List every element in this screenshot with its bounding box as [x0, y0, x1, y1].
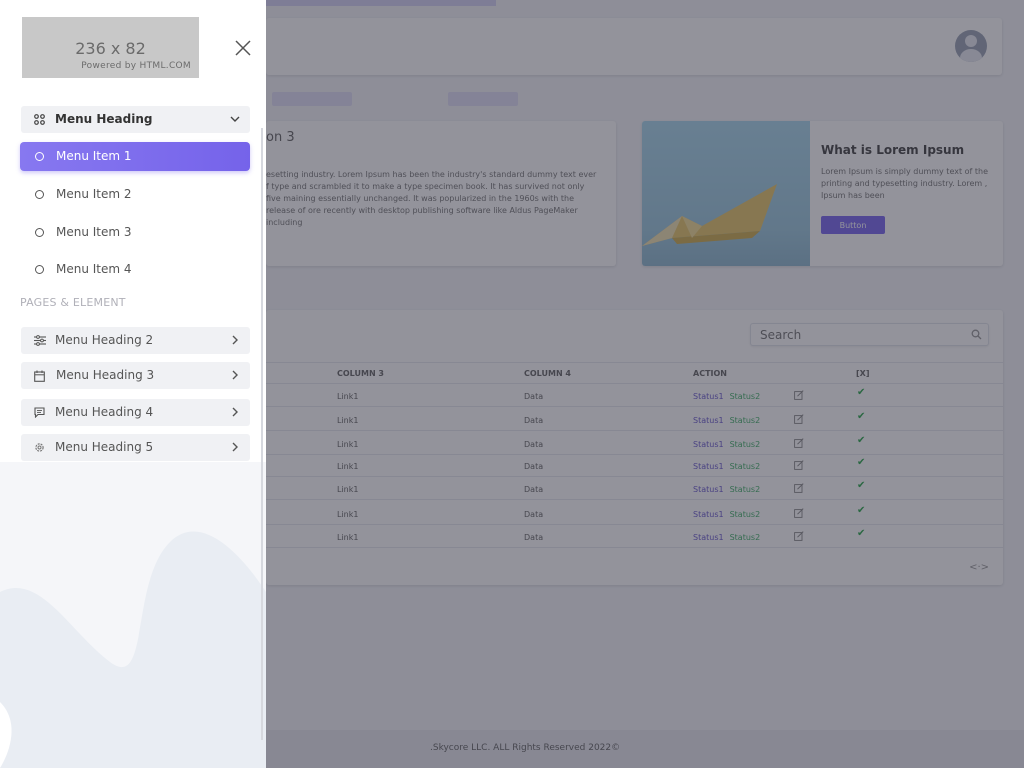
chevron-right-icon: [232, 442, 238, 452]
sliders-icon: [34, 335, 46, 346]
sidebar-drawer: 236 x 82 Powered by HTML.COM Menu Headin…: [0, 0, 266, 768]
menu-heading-4[interactable]: Menu Heading 4: [21, 399, 250, 426]
chevron-down-icon: [230, 116, 240, 122]
menu-heading-label: Menu Heading 3: [56, 368, 155, 382]
circle-icon: [35, 265, 44, 274]
menu-item-4[interactable]: Menu Item 4: [20, 255, 250, 284]
section-label: PAGES & ELEMENT: [20, 296, 126, 309]
circle-icon: [35, 228, 44, 237]
menu-item-label: Menu Item 4: [56, 262, 132, 276]
circle-icon: [35, 152, 44, 161]
calendar-icon: [34, 370, 45, 382]
menu-heading-2[interactable]: Menu Heading 2: [21, 327, 250, 354]
logo-powered-text: Powered by HTML.COM: [81, 61, 191, 71]
menu-heading-3[interactable]: Menu Heading 3: [21, 362, 250, 389]
menu-item-1[interactable]: Menu Item 1: [20, 142, 250, 171]
menu-heading-label: Menu Heading: [55, 112, 153, 126]
menu-heading-5[interactable]: Menu Heading 5: [21, 434, 250, 461]
close-icon[interactable]: [233, 38, 253, 58]
menu-item-label: Menu Item 1: [56, 149, 132, 163]
chevron-right-icon: [232, 407, 238, 417]
chevron-right-icon: [232, 370, 238, 380]
menu-heading-main[interactable]: Menu Heading: [21, 106, 250, 133]
menu-item-label: Menu Item 3: [56, 225, 132, 239]
menu-heading-label: Menu Heading 2: [55, 333, 154, 347]
menu-item-label: Menu Item 2: [56, 187, 132, 201]
message-icon: [34, 407, 45, 418]
menu-item-2[interactable]: Menu Item 2: [20, 180, 250, 209]
logo-placeholder: 236 x 82 Powered by HTML.COM: [22, 17, 199, 78]
gear-icon: [35, 443, 44, 452]
drawer-decoration: [0, 462, 266, 768]
grid-icon: [34, 114, 45, 125]
circle-icon: [35, 190, 44, 199]
menu-heading-label: Menu Heading 4: [55, 405, 154, 419]
menu-heading-label: Menu Heading 5: [55, 440, 154, 454]
scrollbar[interactable]: [261, 128, 263, 740]
menu-item-3[interactable]: Menu Item 3: [20, 218, 250, 247]
chevron-right-icon: [232, 335, 238, 345]
logo-size-text: 236 x 82: [75, 39, 146, 58]
